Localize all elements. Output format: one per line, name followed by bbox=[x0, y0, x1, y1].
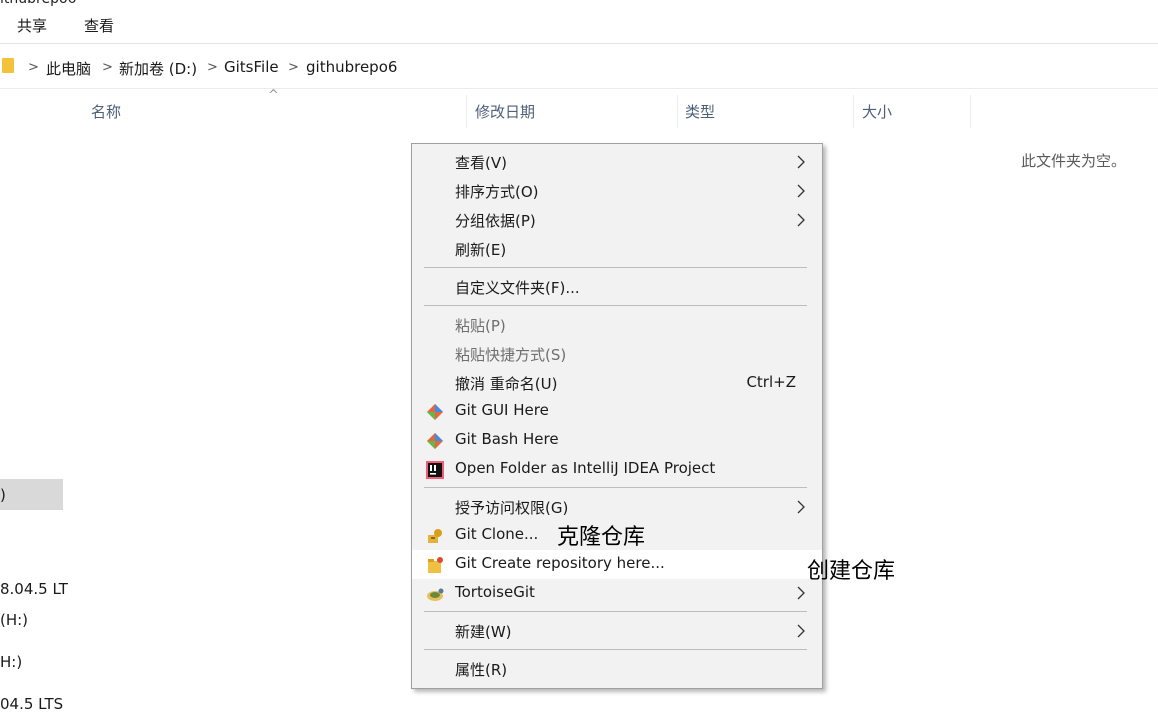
chevron-right-icon bbox=[797, 586, 805, 600]
menu-item-label: TortoiseGit bbox=[455, 583, 535, 601]
menu-item-label: 粘贴快捷方式(S) bbox=[455, 346, 567, 364]
menu-item-label: 粘贴(P) bbox=[455, 317, 506, 335]
menu-item-git-bash-here[interactable]: Git Bash Here bbox=[412, 426, 822, 455]
breadcrumb-chevron-icon: > bbox=[288, 60, 299, 75]
menu-item-view[interactable]: 查看(V) bbox=[412, 148, 822, 177]
nav-item[interactable]: ) bbox=[0, 486, 6, 504]
column-date-modified[interactable]: 修改日期 bbox=[475, 101, 535, 122]
column-divider[interactable] bbox=[970, 95, 971, 128]
address-divider bbox=[0, 88, 1158, 89]
menu-item-undo-rename[interactable]: 撤消 重命名(U) Ctrl+Z bbox=[412, 369, 822, 398]
column-divider[interactable] bbox=[677, 95, 678, 128]
nav-item[interactable]: 8.04.5 LT bbox=[0, 580, 68, 598]
menu-separator bbox=[424, 487, 807, 488]
menu-item-properties[interactable]: 属性(R) bbox=[412, 655, 822, 684]
shortcut-label: Ctrl+Z bbox=[746, 373, 796, 391]
menu-item-label: 授予访问权限(G) bbox=[455, 499, 569, 517]
menu-item-label: 刷新(E) bbox=[455, 241, 507, 259]
breadcrumb-drive-d[interactable]: 新加卷 (D:) bbox=[119, 58, 197, 79]
chevron-right-icon bbox=[797, 213, 805, 227]
menu-item-label: 新建(W) bbox=[455, 623, 512, 641]
chevron-right-icon bbox=[797, 500, 805, 514]
nav-item[interactable]: H:) bbox=[0, 653, 22, 671]
window-title: ithubrepo6 bbox=[0, 0, 76, 7]
menu-item-label: 排序方式(O) bbox=[455, 183, 539, 201]
menu-item-open-intellij[interactable]: Open Folder as IntelliJ IDEA Project bbox=[412, 455, 822, 484]
breadcrumb-chevron-icon: > bbox=[207, 60, 218, 75]
menu-item-group-by[interactable]: 分组依据(P) bbox=[412, 206, 822, 235]
menu-item-paste-shortcut: 粘贴快捷方式(S) bbox=[412, 340, 822, 369]
tortoisegit-create-icon bbox=[428, 557, 443, 573]
menu-item-customize-folder[interactable]: 自定义文件夹(F)... bbox=[412, 273, 822, 302]
menu-item-sort-by[interactable]: 排序方式(O) bbox=[412, 177, 822, 206]
column-divider[interactable] bbox=[853, 95, 854, 128]
menu-item-label: 撤消 重命名(U) bbox=[455, 375, 558, 393]
nav-item[interactable]: (H:) bbox=[0, 611, 28, 629]
menu-item-label: Git Create repository here... bbox=[455, 554, 665, 572]
menu-item-grant-access[interactable]: 授予访问权限(G) bbox=[412, 493, 822, 522]
breadcrumb-chevron-icon: > bbox=[28, 60, 39, 75]
menu-separator bbox=[424, 305, 807, 306]
ribbon-tab-view[interactable]: 查看 bbox=[84, 15, 114, 36]
menu-separator bbox=[424, 649, 807, 650]
folder-icon bbox=[2, 58, 14, 73]
annotation-clone: 克隆仓库 bbox=[557, 525, 646, 550]
menu-item-git-create-repository[interactable]: Git Create repository here... bbox=[412, 550, 822, 579]
empty-folder-message: 此文件夹为空。 bbox=[1021, 152, 1127, 170]
menu-item-label: Git Clone... bbox=[455, 525, 539, 543]
menu-item-git-gui-here[interactable]: Git GUI Here bbox=[412, 397, 822, 426]
menu-separator bbox=[424, 267, 807, 268]
breadcrumb-githubrepo6[interactable]: githubrepo6 bbox=[306, 58, 397, 76]
breadcrumb-chevron-icon: > bbox=[102, 60, 113, 75]
menu-item-tortoisegit[interactable]: TortoiseGit bbox=[412, 579, 822, 608]
column-name[interactable]: 名称 bbox=[91, 101, 121, 122]
column-divider[interactable] bbox=[466, 95, 467, 128]
nav-item-selected[interactable] bbox=[0, 479, 63, 510]
menu-item-label: 自定义文件夹(F)... bbox=[455, 279, 580, 297]
context-menu: 查看(V) 排序方式(O) 分组依据(P) 刷新(E) 自定义文件夹(F)...… bbox=[411, 143, 823, 689]
menu-separator bbox=[424, 611, 807, 612]
sort-ascending-icon: ^ bbox=[268, 88, 279, 103]
tortoisegit-clone-icon bbox=[428, 529, 442, 543]
chevron-right-icon bbox=[797, 624, 805, 638]
menu-item-new[interactable]: 新建(W) bbox=[412, 617, 822, 646]
column-type[interactable]: 类型 bbox=[685, 101, 715, 122]
nav-item[interactable]: 04.5 LTS bbox=[0, 695, 63, 713]
chevron-right-icon bbox=[797, 155, 805, 169]
menu-item-refresh[interactable]: 刷新(E) bbox=[412, 235, 822, 264]
ribbon-divider bbox=[0, 43, 1158, 44]
git-icon bbox=[427, 404, 443, 420]
tortoisegit-icon bbox=[427, 588, 444, 601]
column-size[interactable]: 大小 bbox=[862, 101, 892, 122]
menu-item-label: Git Bash Here bbox=[455, 430, 559, 448]
intellij-icon bbox=[426, 461, 444, 479]
menu-item-paste: 粘贴(P) bbox=[412, 311, 822, 340]
menu-item-label: 属性(R) bbox=[455, 661, 508, 679]
menu-item-label: 查看(V) bbox=[455, 154, 507, 172]
breadcrumb-this-pc[interactable]: 此电脑 bbox=[46, 58, 91, 79]
annotation-create: 创建仓库 bbox=[807, 559, 896, 584]
menu-item-label: Git GUI Here bbox=[455, 401, 549, 419]
ribbon-tab-share[interactable]: 共享 bbox=[17, 15, 47, 36]
chevron-right-icon bbox=[797, 184, 805, 198]
menu-item-label: Open Folder as IntelliJ IDEA Project bbox=[455, 459, 716, 477]
git-icon bbox=[427, 433, 443, 449]
breadcrumb-gitsfile[interactable]: GitsFile bbox=[224, 58, 279, 76]
menu-item-label: 分组依据(P) bbox=[455, 212, 536, 230]
